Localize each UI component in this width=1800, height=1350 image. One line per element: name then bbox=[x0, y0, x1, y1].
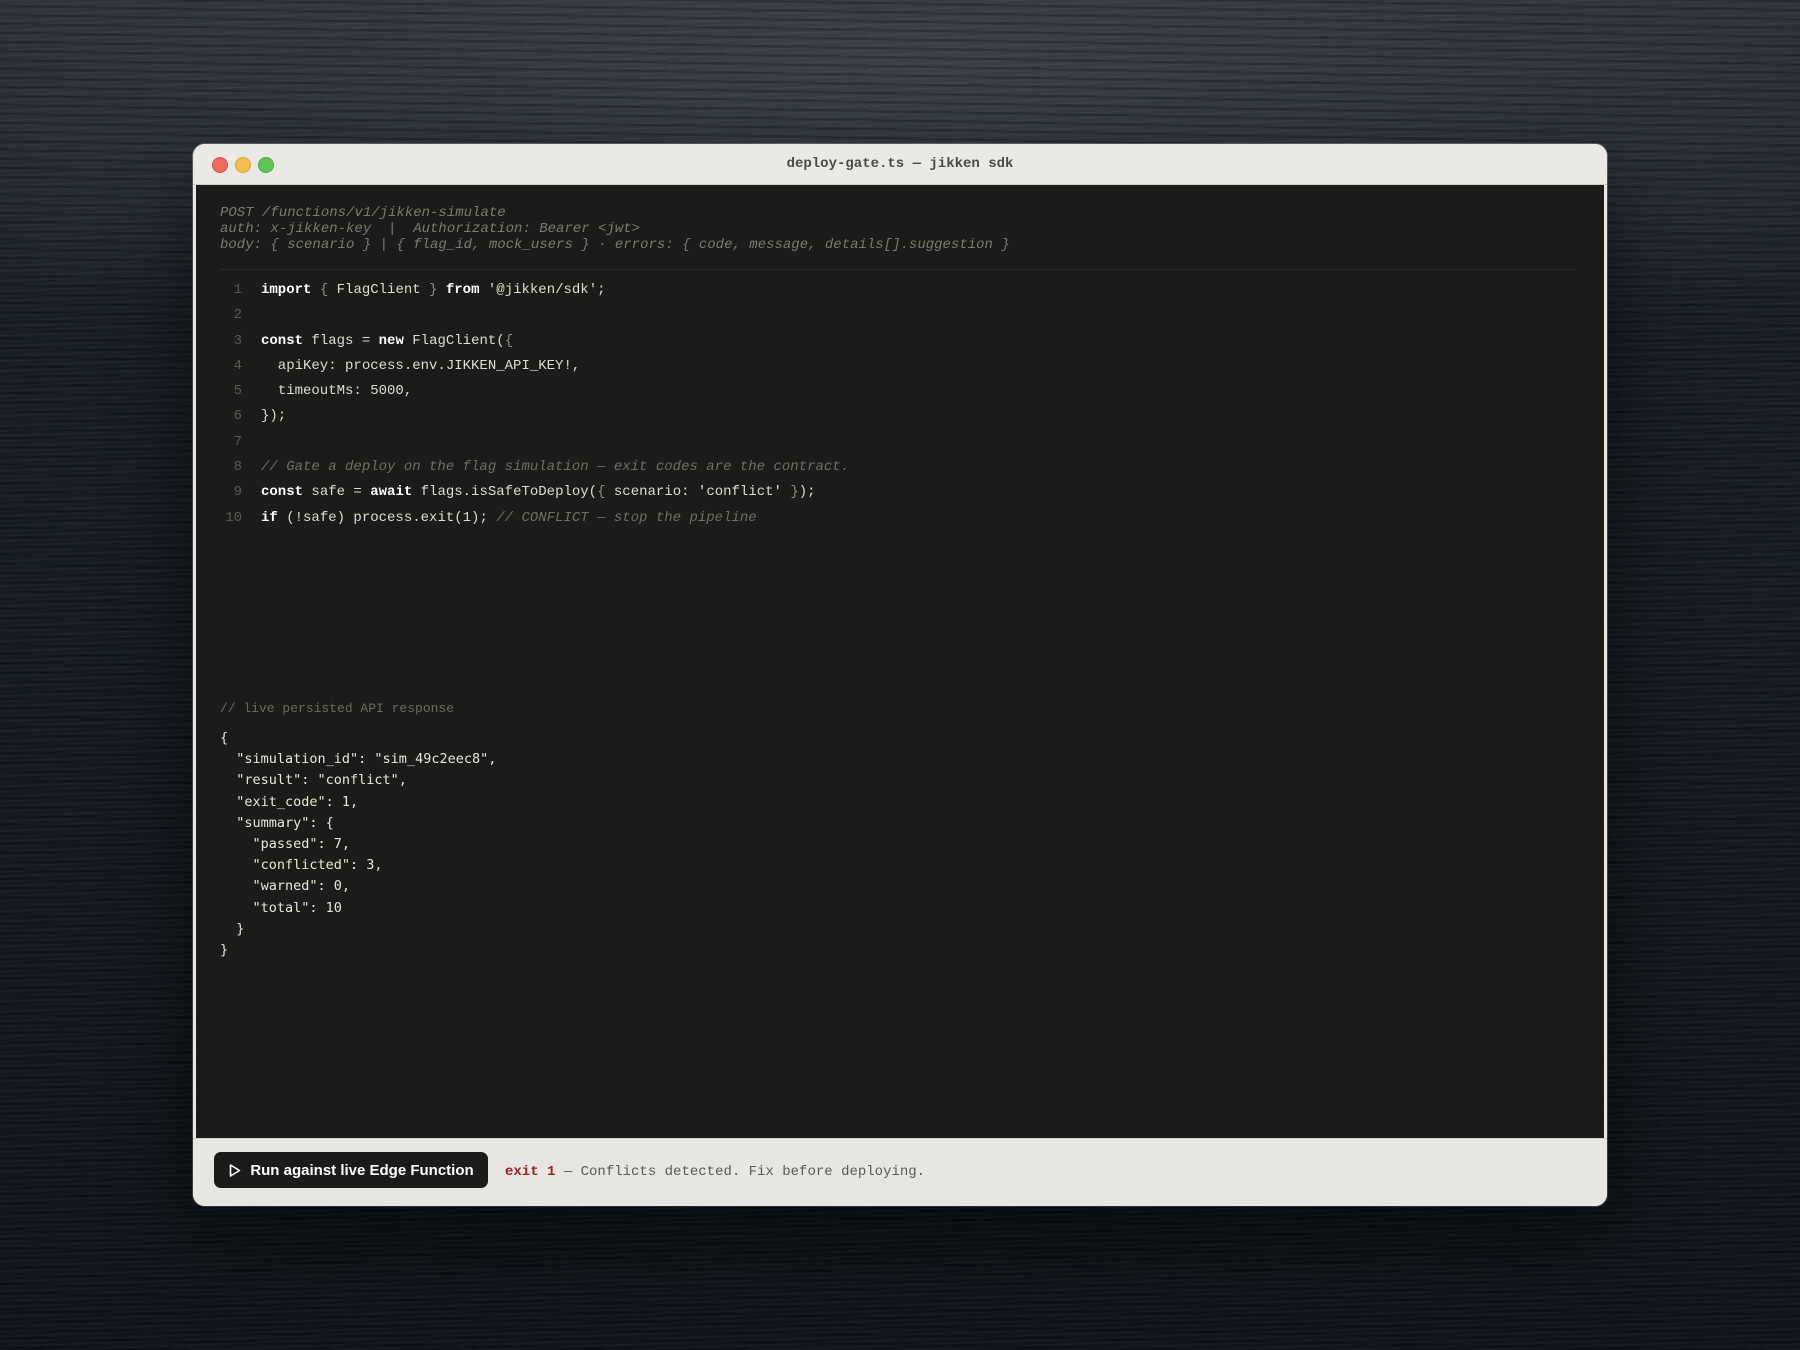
json-line: "summary": { bbox=[220, 814, 334, 831]
code-token: if bbox=[261, 509, 278, 526]
code-token: safe = bbox=[303, 484, 371, 501]
status-message: — Conflicts detected. Fix before deployi… bbox=[555, 1164, 926, 1180]
code-editor: POST /functions/v1/jikken-simulate auth: … bbox=[196, 185, 1604, 1139]
json-line: "warned": 0, bbox=[220, 878, 351, 895]
window-title: deploy-gate.ts — jikken sdk bbox=[786, 156, 1014, 172]
title-bar: deploy-gate.ts — jikken sdk bbox=[193, 144, 1607, 185]
line-number: 4 bbox=[233, 357, 242, 374]
line-number: 2 bbox=[233, 307, 242, 324]
status-bar: Run against live Edge Function exit 1 — … bbox=[193, 1138, 1607, 1206]
line-number: 10 bbox=[225, 509, 242, 526]
request-body: body: { scenario } | { flag_id, mock_use… bbox=[220, 237, 1010, 253]
json-line: "result": "conflict", bbox=[220, 772, 407, 789]
code-token: flags = bbox=[303, 332, 379, 349]
code-token: from bbox=[445, 282, 480, 298]
run-live-edge-function-button[interactable]: Run against live Edge Function bbox=[214, 1152, 488, 1188]
code-token: await bbox=[370, 484, 413, 501]
code-token: import bbox=[261, 282, 312, 298]
code-line: 9 const safe = await flags.isSafeToDeploy… bbox=[216, 480, 849, 505]
line-number: 7 bbox=[233, 433, 242, 450]
code-line: 1 import { FlagClient } from '@jikken/sdk… bbox=[216, 278, 849, 303]
code-block: 1 import { FlagClient } from '@jikken/sdk… bbox=[216, 278, 849, 531]
line-number: 9 bbox=[233, 484, 242, 501]
code-token: const bbox=[261, 484, 304, 501]
code-line: 3 const flags = new FlagClient({ bbox=[216, 329, 849, 354]
response-label: // live persisted API response bbox=[220, 701, 455, 716]
run-status: exit 1 — Conflicts detected. Fix before … bbox=[505, 1139, 925, 1206]
code-line: 2 bbox=[216, 303, 849, 328]
code-token: (!safe) process.exit(1); bbox=[277, 509, 497, 526]
line-number: 8 bbox=[233, 459, 242, 476]
code-line: 8 // Gate a deploy on the flag simulation… bbox=[216, 455, 850, 480]
play-icon bbox=[230, 1163, 241, 1177]
code-token: }); bbox=[261, 408, 287, 425]
code-line: 7 bbox=[216, 430, 849, 455]
line-number: 6 bbox=[233, 408, 242, 425]
code-token: apiKey: process.env.JIKKEN_API_KEY!, bbox=[261, 357, 581, 374]
json-line: "exit_code": 1, bbox=[220, 793, 359, 810]
editor-window: deploy-gate.ts — jikken sdk POST /functi… bbox=[193, 144, 1607, 1206]
exit-code-badge: exit 1 bbox=[505, 1164, 556, 1180]
request-endpoint: POST /functions/v1/jikken-simulate bbox=[220, 205, 506, 221]
code-token: scenario: 'conflict' bbox=[605, 484, 791, 501]
code-token: { bbox=[504, 332, 514, 349]
json-line: { bbox=[220, 730, 229, 746]
code-token: timeoutMs: 5000, bbox=[261, 383, 413, 400]
json-line: "passed": 7, bbox=[220, 836, 351, 853]
api-response-json: { "simulation_id": "sim_49c2eec8", "resu… bbox=[220, 728, 496, 961]
json-line: } bbox=[220, 942, 229, 959]
code-token: FlagClient bbox=[336, 282, 421, 298]
code-token: { bbox=[311, 282, 337, 298]
code-token: ); bbox=[798, 484, 816, 501]
request-meta: POST /functions/v1/jikken-simulate auth: … bbox=[220, 205, 1576, 270]
code-line: 6}); bbox=[216, 404, 849, 429]
code-comment: // CONFLICT — stop the pipeline bbox=[496, 509, 757, 526]
json-line: } bbox=[220, 920, 245, 937]
code-token: new bbox=[378, 332, 404, 349]
code-token: } bbox=[790, 484, 799, 501]
request-auth: auth: x-jikken-key | Authorization: Bear… bbox=[220, 221, 641, 237]
code-token: flags.isSafeToDeploy( bbox=[412, 484, 598, 501]
json-line: "total": 10 bbox=[220, 899, 342, 916]
code-token: '@jikken/sdk'; bbox=[479, 282, 606, 298]
line-number: 3 bbox=[233, 332, 242, 349]
line-number: 1 bbox=[233, 282, 242, 298]
code-line: 5 timeoutMs: 5000, bbox=[216, 379, 849, 404]
json-line: "simulation_id": "sim_49c2eec8", bbox=[220, 751, 497, 768]
code-token: const bbox=[261, 332, 304, 349]
code-line: 4 apiKey: process.env.JIKKEN_API_KEY!, bbox=[216, 354, 849, 379]
code-comment: // Gate a deploy on the flag simulation … bbox=[261, 459, 850, 476]
code-token: } bbox=[420, 282, 446, 298]
line-number: 5 bbox=[233, 383, 242, 400]
code-line: 10 if (!safe) process.exit(1); // CONFLIC… bbox=[216, 506, 849, 531]
json-line: "conflicted": 3, bbox=[220, 857, 383, 874]
code-token: { bbox=[597, 484, 606, 501]
code-token: FlagClient( bbox=[403, 332, 505, 349]
run-button-label: Run against live Edge Function bbox=[250, 1161, 474, 1179]
